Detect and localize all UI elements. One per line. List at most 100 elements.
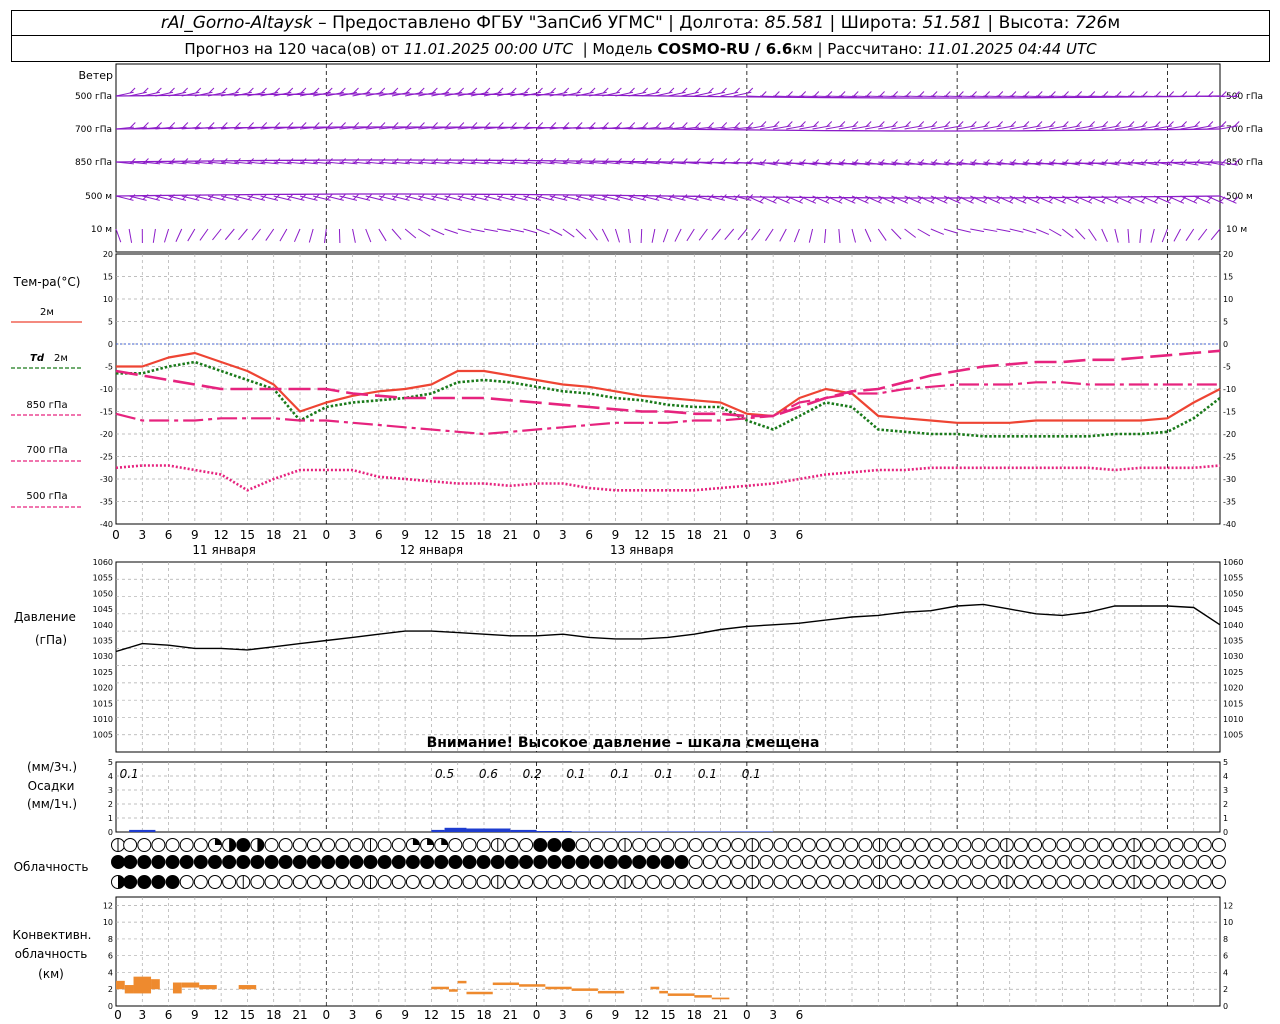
press-tick-left: 1015	[93, 699, 113, 708]
wind-barb	[293, 228, 301, 243]
conv-bar	[711, 997, 730, 1000]
precip-bar	[431, 829, 445, 832]
cloud-full-icon	[646, 855, 661, 869]
cloud-clear-icon	[929, 875, 944, 889]
temp-hour-tick: 21	[292, 528, 307, 542]
cloud-clear-icon	[335, 875, 350, 889]
cloud-clear-icon	[660, 875, 675, 889]
wind-barb	[163, 228, 170, 243]
cloud-clear-icon	[306, 838, 321, 852]
cloud-clear-icon	[519, 838, 534, 852]
temp-tick-left: 10	[103, 295, 113, 304]
cloud-clear-icon	[815, 838, 830, 852]
conv-bar	[466, 991, 493, 995]
conv-bar	[457, 980, 467, 984]
conv-hour-tick: 3	[138, 1008, 146, 1022]
cloud-clear-icon	[1098, 875, 1113, 889]
wind-barb	[1210, 228, 1221, 241]
cloud-clear-icon	[702, 838, 717, 852]
cloud-clear-icon	[858, 875, 873, 889]
press-tick-left: 1050	[93, 589, 113, 598]
cloud-full-icon	[321, 855, 336, 869]
cloud-clear-icon	[349, 875, 364, 889]
temp-tick-left: -25	[100, 453, 113, 462]
wind-barb	[238, 228, 248, 241]
precip-tick-right: 5	[1223, 758, 1228, 767]
precip-3h-value: 0.1	[610, 767, 629, 781]
wind-barb	[1061, 228, 1074, 238]
cloud-clear-icon	[985, 855, 1000, 869]
cloud-clear-icon	[717, 855, 732, 869]
cloud-clear-icon	[264, 838, 279, 852]
cloud-clear-icon	[1084, 855, 1099, 869]
conv-bar	[571, 988, 598, 991]
cloud-clear-icon	[985, 838, 1000, 852]
cloud-clear-icon	[660, 838, 675, 852]
cloud-clear-icon	[519, 875, 534, 889]
cloud-half-icon	[229, 838, 236, 852]
cloud-clear-icon	[1169, 855, 1184, 869]
cloud-full-icon	[490, 855, 505, 869]
conv-tick-right: 0	[1223, 1002, 1228, 1011]
cloud-clear-icon	[603, 838, 618, 852]
cloud-full-icon	[236, 855, 251, 869]
wind-barb	[391, 228, 402, 240]
cloud-clear-icon	[1183, 838, 1198, 852]
cloud-clear-icon	[561, 875, 576, 889]
conv-bar	[116, 980, 125, 990]
temp-hour-tick: 12	[424, 528, 439, 542]
cloud-quarter-icon	[441, 838, 448, 845]
temp-hour-tick: 0	[112, 528, 120, 542]
day-label: 11 января	[192, 543, 255, 557]
cloud-full-icon	[349, 855, 364, 869]
wind-barb	[1101, 228, 1108, 242]
wind-barb	[640, 228, 643, 244]
cloud-clear-icon	[420, 875, 435, 889]
temp-tick-left: 15	[103, 273, 113, 282]
conv-hour-tick: 18	[266, 1008, 281, 1022]
wind-barb	[549, 228, 563, 236]
temp-tick-right: -25	[1223, 453, 1236, 462]
press-tick-right: 1060	[1223, 558, 1243, 567]
cloud-clear-icon	[717, 875, 732, 889]
cloud-clear-icon	[1042, 875, 1057, 889]
cloud-clear-icon	[504, 875, 519, 889]
cloud-clear-icon	[504, 838, 519, 852]
cloud-clear-icon	[1098, 838, 1113, 852]
cloud-clear-icon	[914, 875, 929, 889]
cloud-full-icon	[193, 855, 208, 869]
cloud-clear-icon	[688, 875, 703, 889]
cloud-clear-icon	[207, 875, 222, 889]
wind-label: Ветер	[79, 69, 113, 82]
wind-barb	[588, 228, 598, 241]
temp-tick-left: -40	[100, 520, 113, 529]
cloud-full-icon	[151, 875, 166, 889]
temp-tick-right: -20	[1223, 430, 1236, 439]
conv-tick-right: 6	[1223, 952, 1228, 961]
wind-barb	[1127, 228, 1130, 243]
cloud-clear-icon	[646, 838, 661, 852]
wind-barb	[808, 228, 814, 243]
temp-hour-tick: 15	[450, 528, 465, 542]
temp-tick-right: 0	[1223, 340, 1228, 349]
cloud-clear-icon	[717, 838, 732, 852]
cloud-clear-icon	[448, 875, 463, 889]
press-tick-right: 1035	[1223, 637, 1243, 646]
cloud-clear-icon	[1013, 838, 1028, 852]
cloud-clear-icon	[278, 875, 293, 889]
conv-hour-tick: 12	[424, 1008, 439, 1022]
cloud-full-icon	[434, 855, 449, 869]
cloud-clear-icon	[731, 855, 746, 869]
cloud-clear-icon	[1183, 855, 1198, 869]
day-label: 12 января	[400, 543, 463, 557]
temp-tick-right: -10	[1223, 385, 1236, 394]
cloud-clear-icon	[123, 838, 138, 852]
cloud-clear-icon	[1056, 838, 1071, 852]
precip-tick-left: 0	[108, 828, 113, 837]
press-tick-right: 1030	[1223, 652, 1243, 661]
cloud-clear-icon	[264, 875, 279, 889]
wind-barb	[793, 228, 800, 243]
td2m-legend: 2м	[54, 353, 68, 364]
precip-bar	[510, 829, 537, 832]
precip-3h-value: 0.1	[654, 767, 673, 781]
